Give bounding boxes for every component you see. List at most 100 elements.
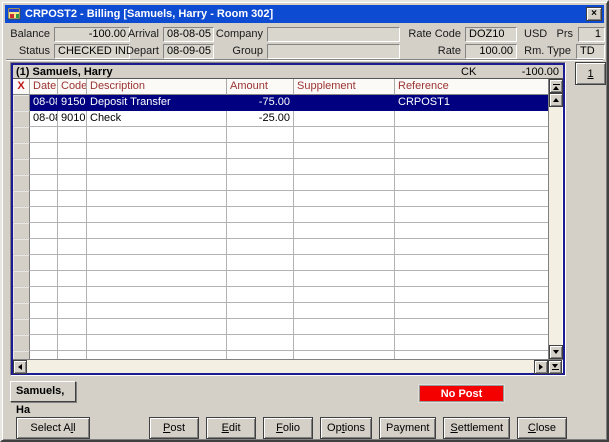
cell-description xyxy=(87,159,227,175)
row-selector[interactable] xyxy=(13,159,30,175)
vertical-scrollbar[interactable] xyxy=(548,79,562,359)
row-selector[interactable] xyxy=(13,223,30,239)
settlement-button[interactable]: Settlement xyxy=(443,417,510,439)
table-row[interactable]: 08-089150Deposit Transfer-75.00CRPOST1 xyxy=(13,95,548,111)
empty-table-row[interactable] xyxy=(13,127,548,143)
billing-window: CRPOST2 - Billing [Samuels, Harry - Room… xyxy=(0,0,609,442)
empty-table-row[interactable] xyxy=(13,175,548,191)
cell-code xyxy=(58,239,87,255)
empty-table-row[interactable] xyxy=(13,143,548,159)
table-row[interactable]: 08-089010Check-25.00 xyxy=(13,111,548,127)
rate-label: Rate xyxy=(400,44,461,59)
cell-description xyxy=(87,207,227,223)
horizontal-scrollbar[interactable] xyxy=(13,360,548,373)
cell-date xyxy=(30,191,58,207)
scroll-to-top-icon[interactable] xyxy=(549,79,563,93)
rate-code-field: DOZ10 xyxy=(465,27,517,42)
scroll-up-icon[interactable] xyxy=(549,93,563,107)
cell-supplement xyxy=(294,207,395,223)
row-selector[interactable] xyxy=(13,143,30,159)
cell-code xyxy=(58,271,87,287)
folio-tab-samuels[interactable]: Samuels, Ha xyxy=(10,381,76,402)
row-selector[interactable] xyxy=(13,175,30,191)
cell-date xyxy=(30,207,58,223)
row-selector[interactable] xyxy=(13,239,30,255)
post-button[interactable]: Post xyxy=(149,417,199,439)
row-selector[interactable] xyxy=(13,95,30,111)
titlebar[interactable]: CRPOST2 - Billing [Samuels, Harry - Room… xyxy=(5,5,604,23)
empty-table-row[interactable] xyxy=(13,223,548,239)
cell-supplement xyxy=(294,239,395,255)
vertical-scroll-track[interactable] xyxy=(549,107,562,345)
scroll-to-bottom-icon[interactable] xyxy=(548,360,562,374)
row-selector[interactable] xyxy=(13,207,30,223)
cell-reference xyxy=(395,287,548,303)
column-header-date: Date xyxy=(30,79,58,95)
cell-date: 08-08 xyxy=(30,95,58,111)
cell-amount: -25.00 xyxy=(227,111,294,127)
select-all-button[interactable]: Select All xyxy=(16,417,90,439)
cell-reference xyxy=(395,335,548,351)
payment-type: CK xyxy=(461,66,491,78)
row-selector[interactable] xyxy=(13,255,30,271)
cell-reference xyxy=(395,175,548,191)
row-selector[interactable] xyxy=(13,319,30,335)
cell-amount xyxy=(227,319,294,335)
cell-description xyxy=(87,303,227,319)
row-selector[interactable] xyxy=(13,287,30,303)
cell-reference xyxy=(395,223,548,239)
cell-reference xyxy=(395,159,548,175)
horizontal-scroll-track[interactable] xyxy=(27,360,534,373)
cell-description xyxy=(87,271,227,287)
row-selector[interactable] xyxy=(13,191,30,207)
cell-code xyxy=(58,335,87,351)
cell-amount xyxy=(227,271,294,287)
cell-code xyxy=(58,351,87,359)
close-icon[interactable]: × xyxy=(586,7,602,21)
grid-rows: 08-089150Deposit Transfer-75.00CRPOST108… xyxy=(13,95,548,359)
row-selector[interactable] xyxy=(13,271,30,287)
header-divider xyxy=(6,59,603,61)
column-header-supplement: Supplement xyxy=(294,79,395,95)
cell-amount: -75.00 xyxy=(227,95,294,111)
cell-code xyxy=(58,319,87,335)
scroll-right-icon[interactable] xyxy=(534,360,548,374)
row-selector[interactable] xyxy=(13,351,30,359)
empty-table-row[interactable] xyxy=(13,255,548,271)
cell-date xyxy=(30,351,58,359)
scroll-left-icon[interactable] xyxy=(13,360,27,374)
empty-table-row[interactable] xyxy=(13,207,548,223)
row-selector[interactable] xyxy=(13,111,30,127)
cell-supplement xyxy=(294,255,395,271)
scroll-down-icon[interactable] xyxy=(549,345,563,359)
cell-date xyxy=(30,303,58,319)
empty-table-row[interactable] xyxy=(13,287,548,303)
folio-button[interactable]: Folio xyxy=(263,417,313,439)
empty-table-row[interactable] xyxy=(13,303,548,319)
empty-table-row[interactable] xyxy=(13,335,548,351)
cell-description: Deposit Transfer xyxy=(87,95,227,111)
cell-date xyxy=(30,335,58,351)
close-button[interactable]: Close xyxy=(517,417,567,439)
rm-type-field: TD xyxy=(576,44,605,59)
empty-table-row[interactable] xyxy=(13,191,548,207)
column-header-reference: Reference xyxy=(395,79,548,95)
empty-table-row[interactable] xyxy=(13,319,548,335)
row-selector[interactable] xyxy=(13,335,30,351)
edit-button[interactable]: Edit xyxy=(206,417,256,439)
empty-table-row[interactable] xyxy=(13,239,548,255)
options-button[interactable]: Options xyxy=(320,417,372,439)
row-selector[interactable] xyxy=(13,127,30,143)
status-label: Status xyxy=(2,44,50,59)
payment-button[interactable]: Payment xyxy=(379,417,436,439)
window-1-button[interactable]: 1 xyxy=(575,62,606,85)
cell-supplement xyxy=(294,223,395,239)
empty-table-row[interactable] xyxy=(13,271,548,287)
cell-code: 9010 xyxy=(58,111,87,127)
cell-amount xyxy=(227,351,294,359)
empty-table-row[interactable] xyxy=(13,351,548,359)
cell-amount xyxy=(227,239,294,255)
cell-description xyxy=(87,287,227,303)
empty-table-row[interactable] xyxy=(13,159,548,175)
row-selector[interactable] xyxy=(13,303,30,319)
